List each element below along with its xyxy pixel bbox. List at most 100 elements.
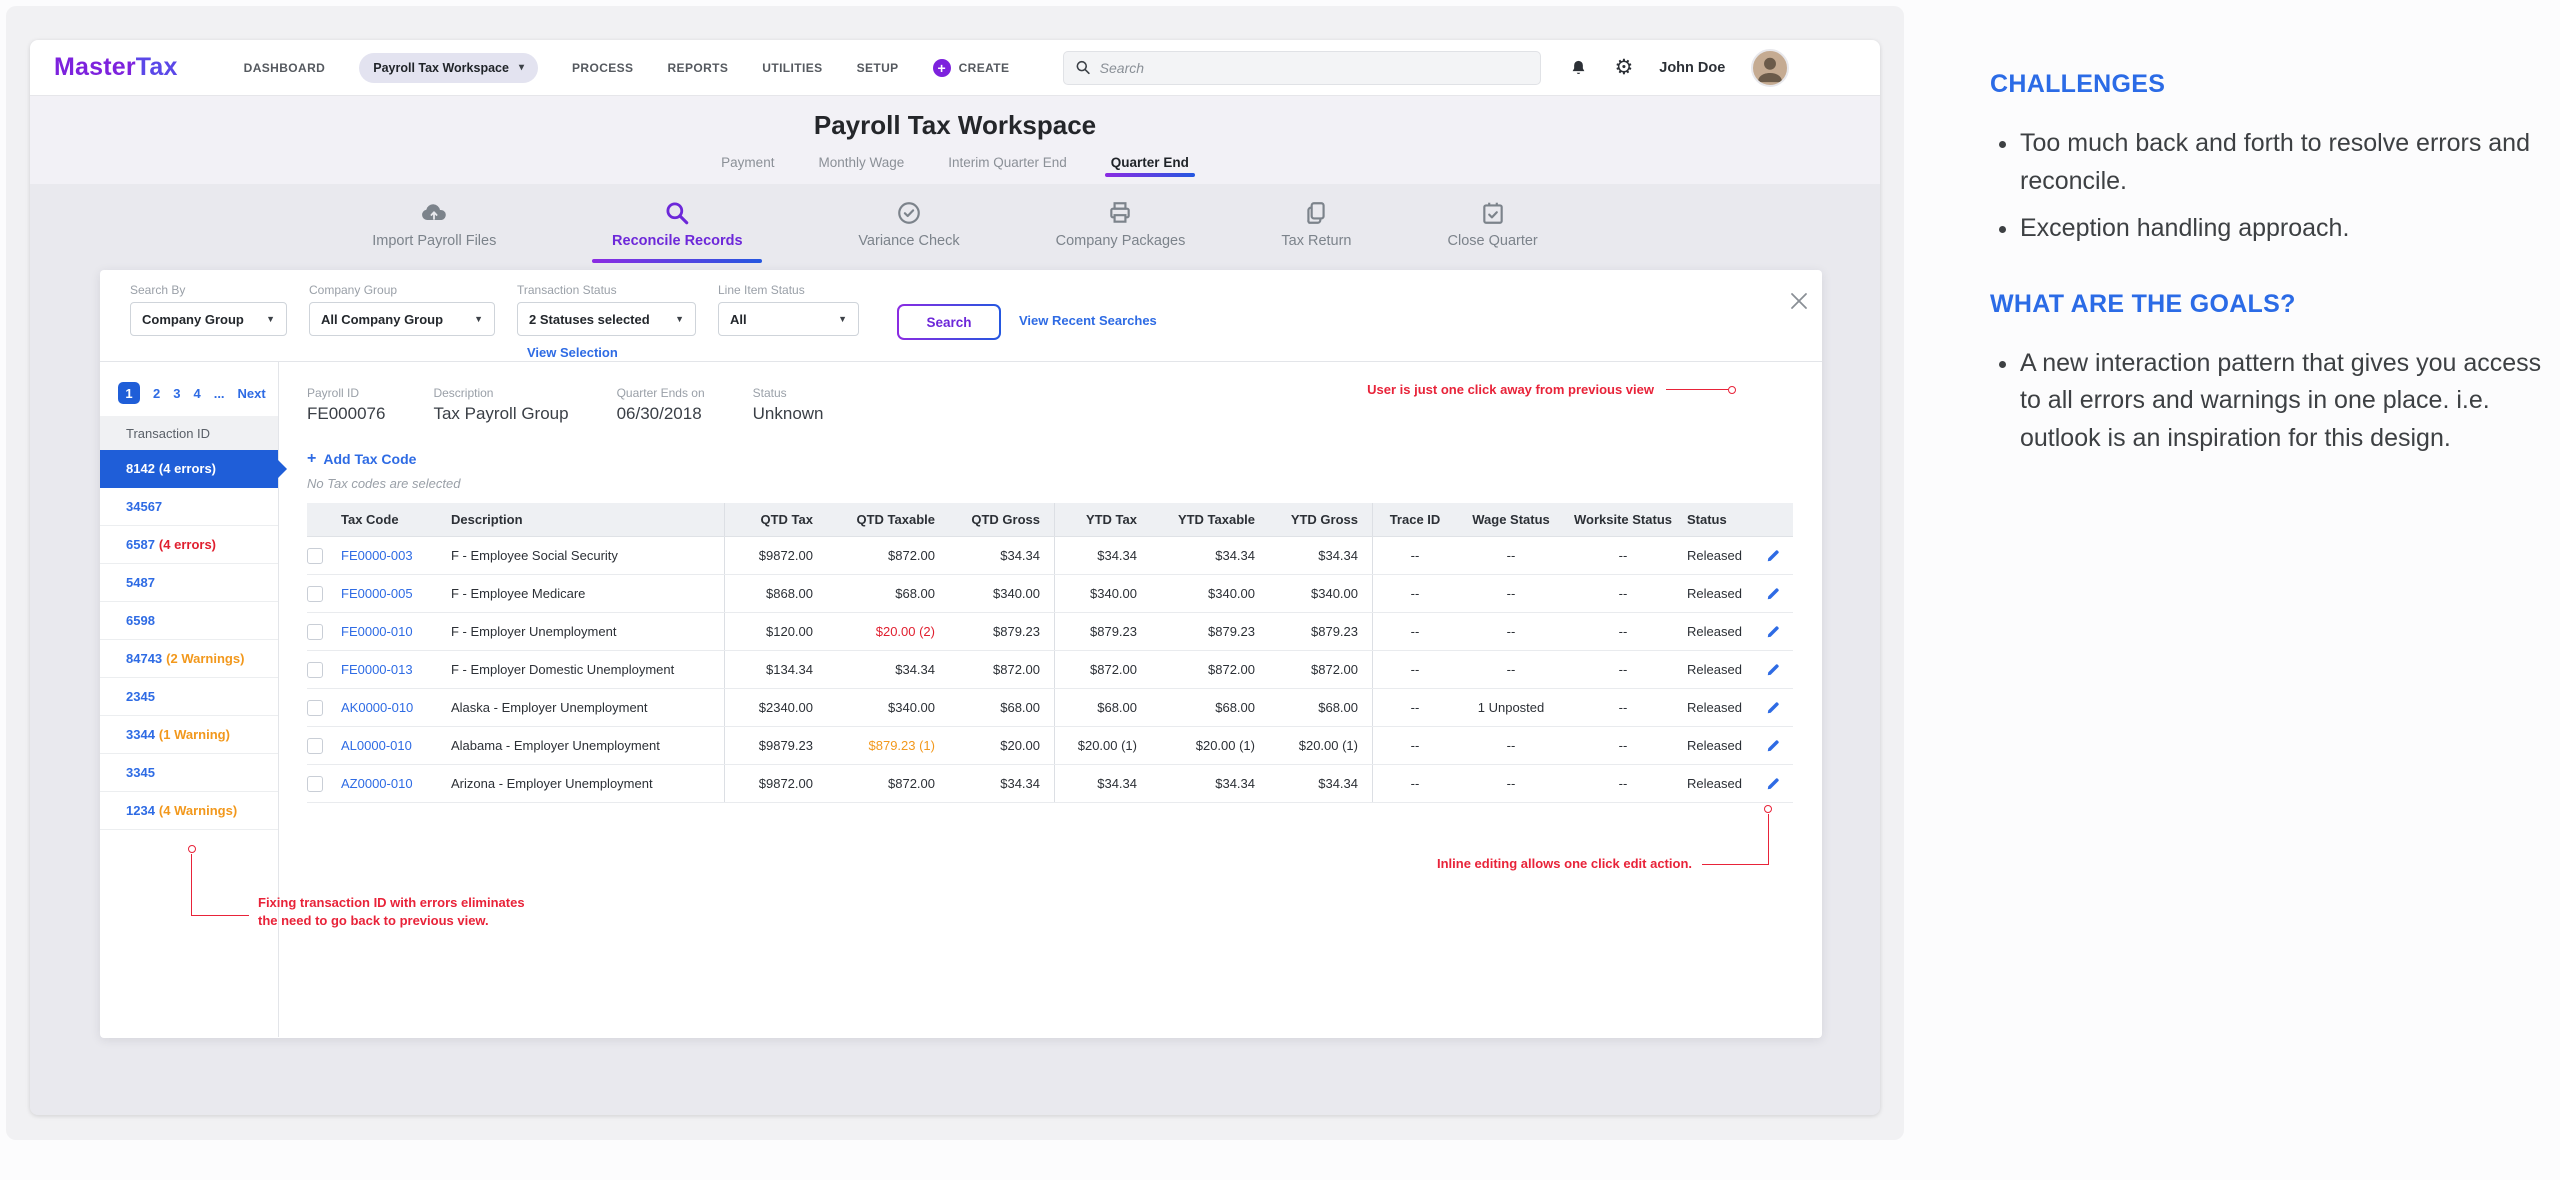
ytd-gross-value: $20.00 (1) (1269, 727, 1373, 764)
step-import-payroll-files[interactable]: Import Payroll Files (372, 200, 496, 270)
row-checkbox[interactable] (307, 624, 323, 640)
step-label: Tax Return (1281, 233, 1351, 249)
tax-code-link[interactable]: AK0000-010 (341, 689, 445, 726)
tab-quarter-end[interactable]: Quarter End (1111, 155, 1189, 177)
view-recent-searches-link[interactable]: View Recent Searches (1019, 313, 1157, 328)
tab-monthly-wage[interactable]: Monthly Wage (818, 155, 904, 177)
worksite-status-value: -- (1565, 765, 1681, 802)
nav-create-button[interactable]: + CREATE (933, 59, 1010, 77)
notifications-bell-icon[interactable] (1569, 58, 1588, 78)
transaction-issue-count: (4 errors) (159, 461, 216, 476)
pagination-next[interactable]: Next (238, 386, 266, 401)
qtd-taxable-value: $872.00 (827, 537, 949, 574)
page-button[interactable]: 3 (173, 386, 180, 401)
status-value: Released (1681, 537, 1753, 574)
table-row: FE0000-010 F - Employer Unemployment $12… (307, 613, 1793, 651)
annotation-text: Inline editing allows one click edit act… (1437, 856, 1692, 871)
edit-pencil-icon[interactable] (1766, 587, 1780, 601)
nav-dashboard[interactable]: DASHBOARD (244, 61, 326, 75)
dropdown-value: 2 Statuses selected (529, 312, 650, 327)
add-tax-code-link[interactable]: + Add Tax Code (307, 450, 416, 468)
edit-pencil-icon[interactable] (1766, 625, 1780, 639)
tab-payment[interactable]: Payment (721, 155, 774, 177)
annotation-inline-edit: Inline editing allows one click edit act… (1160, 805, 1772, 885)
workspace-pill-label: Payroll Tax Workspace (373, 61, 509, 75)
page-button[interactable]: 1 (118, 382, 140, 404)
col-status: Status (1681, 503, 1753, 536)
row-checkbox[interactable] (307, 548, 323, 564)
tax-code-link[interactable]: FE0000-005 (341, 575, 445, 612)
workspace-tabs: Payment Monthly Wage Interim Quarter End… (30, 155, 1880, 177)
settings-gear-icon[interactable]: ⚙ (1614, 57, 1633, 78)
view-selection-link[interactable]: View Selection (527, 345, 618, 360)
dropdown-arrow-icon: ▼ (675, 314, 684, 324)
search-input[interactable] (1100, 60, 1529, 76)
page-button[interactable]: 4 (193, 386, 200, 401)
wage-status-value: -- (1457, 575, 1565, 612)
nav-process[interactable]: PROCESS (572, 61, 633, 75)
global-search[interactable] (1063, 51, 1541, 85)
row-checkbox[interactable] (307, 586, 323, 602)
trace-id-value: -- (1373, 765, 1457, 802)
step-variance-check[interactable]: Variance Check (858, 200, 959, 270)
tax-code-link[interactable]: AL0000-010 (341, 727, 445, 764)
row-checkbox[interactable] (307, 738, 323, 754)
annotation-dot (1728, 386, 1736, 394)
close-icon[interactable] (1788, 290, 1810, 317)
nav-workspace-pill[interactable]: Payroll Tax Workspace ▾ (359, 53, 538, 83)
col-wage-status: Wage Status (1457, 503, 1565, 536)
transaction-list: 8142 (4 errors) 34567 6587 (100, 450, 278, 830)
transaction-item[interactable]: 2345 (100, 678, 278, 716)
nav-reports[interactable]: REPORTS (667, 61, 728, 75)
edit-pencil-icon[interactable] (1766, 777, 1780, 791)
row-checkbox[interactable] (307, 700, 323, 716)
step-close-quarter[interactable]: Close Quarter (1448, 200, 1538, 270)
transaction-status-dropdown[interactable]: 2 Statuses selected ▼ (517, 302, 696, 336)
tax-code-link[interactable]: FE0000-010 (341, 613, 445, 650)
field-value: 06/30/2018 (617, 404, 705, 424)
line-item-status-dropdown[interactable]: All ▼ (718, 302, 859, 336)
nav-setup[interactable]: SETUP (857, 61, 899, 75)
tab-interim-quarter-end[interactable]: Interim Quarter End (948, 155, 1067, 177)
wage-status-value: -- (1457, 765, 1565, 802)
qtd-gross-value: $20.00 (949, 727, 1055, 764)
edit-pencil-icon[interactable] (1766, 663, 1780, 677)
avatar[interactable] (1751, 49, 1789, 87)
edit-pencil-icon[interactable] (1766, 549, 1780, 563)
tax-code-link[interactable]: FE0000-003 (341, 537, 445, 574)
worksite-status-value: -- (1565, 575, 1681, 612)
row-checkbox[interactable] (307, 776, 323, 792)
step-company-packages[interactable]: Company Packages (1056, 200, 1186, 270)
transaction-item[interactable]: 3345 (100, 754, 278, 792)
tax-code-link[interactable]: AZ0000-010 (341, 765, 445, 802)
nav-utilities[interactable]: UTILITIES (762, 61, 822, 75)
field-label: Description (433, 386, 568, 400)
step-tax-return[interactable]: Tax Return (1281, 200, 1351, 270)
col-ytd-gross: YTD Gross (1269, 503, 1373, 536)
company-group-dropdown[interactable]: All Company Group ▼ (309, 302, 495, 336)
transaction-item[interactable]: 5487 (100, 564, 278, 602)
workspace-header: Payroll Tax Workspace Payment Monthly Wa… (30, 96, 1880, 184)
col-description: Description (445, 503, 725, 536)
transaction-item[interactable]: 6598 (100, 602, 278, 640)
transaction-item[interactable]: 34567 (100, 488, 278, 526)
tax-code-link[interactable]: FE0000-013 (341, 651, 445, 688)
worksite-status-value: -- (1565, 613, 1681, 650)
transaction-item[interactable]: 8142 (4 errors) (100, 450, 278, 488)
transaction-item[interactable]: 3344 (1 Warning) (100, 716, 278, 754)
step-reconcile-records[interactable]: Reconcile Records (592, 200, 762, 270)
transaction-item[interactable]: 84743 (2 Warnings) (100, 640, 278, 678)
search-button[interactable]: Search (897, 304, 1001, 340)
ytd-gross-value: $872.00 (1269, 651, 1373, 688)
transaction-item[interactable]: 1234 (4 Warnings) (100, 792, 278, 830)
search-by-dropdown[interactable]: Company Group ▼ (130, 302, 287, 336)
row-checkbox[interactable] (307, 662, 323, 678)
transaction-id: 6598 (126, 613, 155, 628)
transaction-id: 5487 (126, 575, 155, 590)
pagination-ellipsis: ... (214, 386, 225, 401)
transaction-item[interactable]: 6587 (4 errors) (100, 526, 278, 564)
edit-pencil-icon[interactable] (1766, 701, 1780, 715)
edit-pencil-icon[interactable] (1766, 739, 1780, 753)
annotation-line (191, 915, 249, 916)
page-button[interactable]: 2 (153, 386, 160, 401)
